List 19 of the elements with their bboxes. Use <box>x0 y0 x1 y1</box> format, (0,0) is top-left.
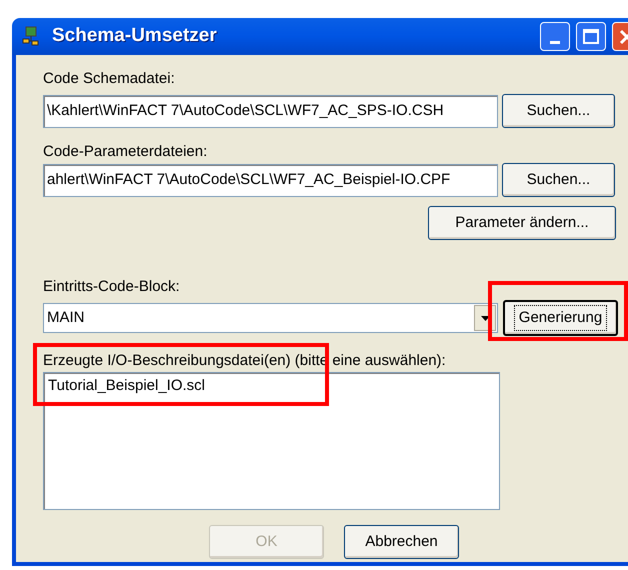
maximize-icon <box>583 29 599 44</box>
window-title: Schema-Umsetzer <box>52 24 217 48</box>
minimize-button[interactable] <box>540 22 570 51</box>
schema-file-field[interactable]: \Kahlert\WinFACT 7\AutoCode\SCL\WF7_AC_SPS-IO.CSH <box>43 94 498 128</box>
minimize-icon <box>550 41 560 44</box>
browse-button[interactable]: Suchen... <box>502 163 615 197</box>
browse-button[interactable]: Suchen... <box>502 94 615 128</box>
output-file-list[interactable]: Tutorial_Beispiel_IO.scl <box>43 372 500 510</box>
entry-block-dropdown[interactable]: MAIN <box>43 303 498 333</box>
maximize-button[interactable] <box>576 22 606 51</box>
field-label: Code-Parameterdateien: <box>43 142 208 161</box>
field-label: Code Schemadatei: <box>43 69 176 88</box>
field-label: Eintritts-Code-Block: <box>43 277 181 296</box>
generate-button[interactable]: Generierung <box>503 300 618 336</box>
list-item[interactable]: Tutorial_Beispiel_IO.scl <box>46 375 497 398</box>
dropdown-arrow-icon <box>480 316 490 320</box>
cancel-button[interactable]: Abbrechen <box>344 525 459 559</box>
edit-parameters-button[interactable]: Parameter ändern... <box>428 206 616 240</box>
parameter-file-field[interactable]: ahlert\WinFACT 7\AutoCode\SCL\WF7_AC_Beispiel-IO.CPF <box>43 164 498 196</box>
